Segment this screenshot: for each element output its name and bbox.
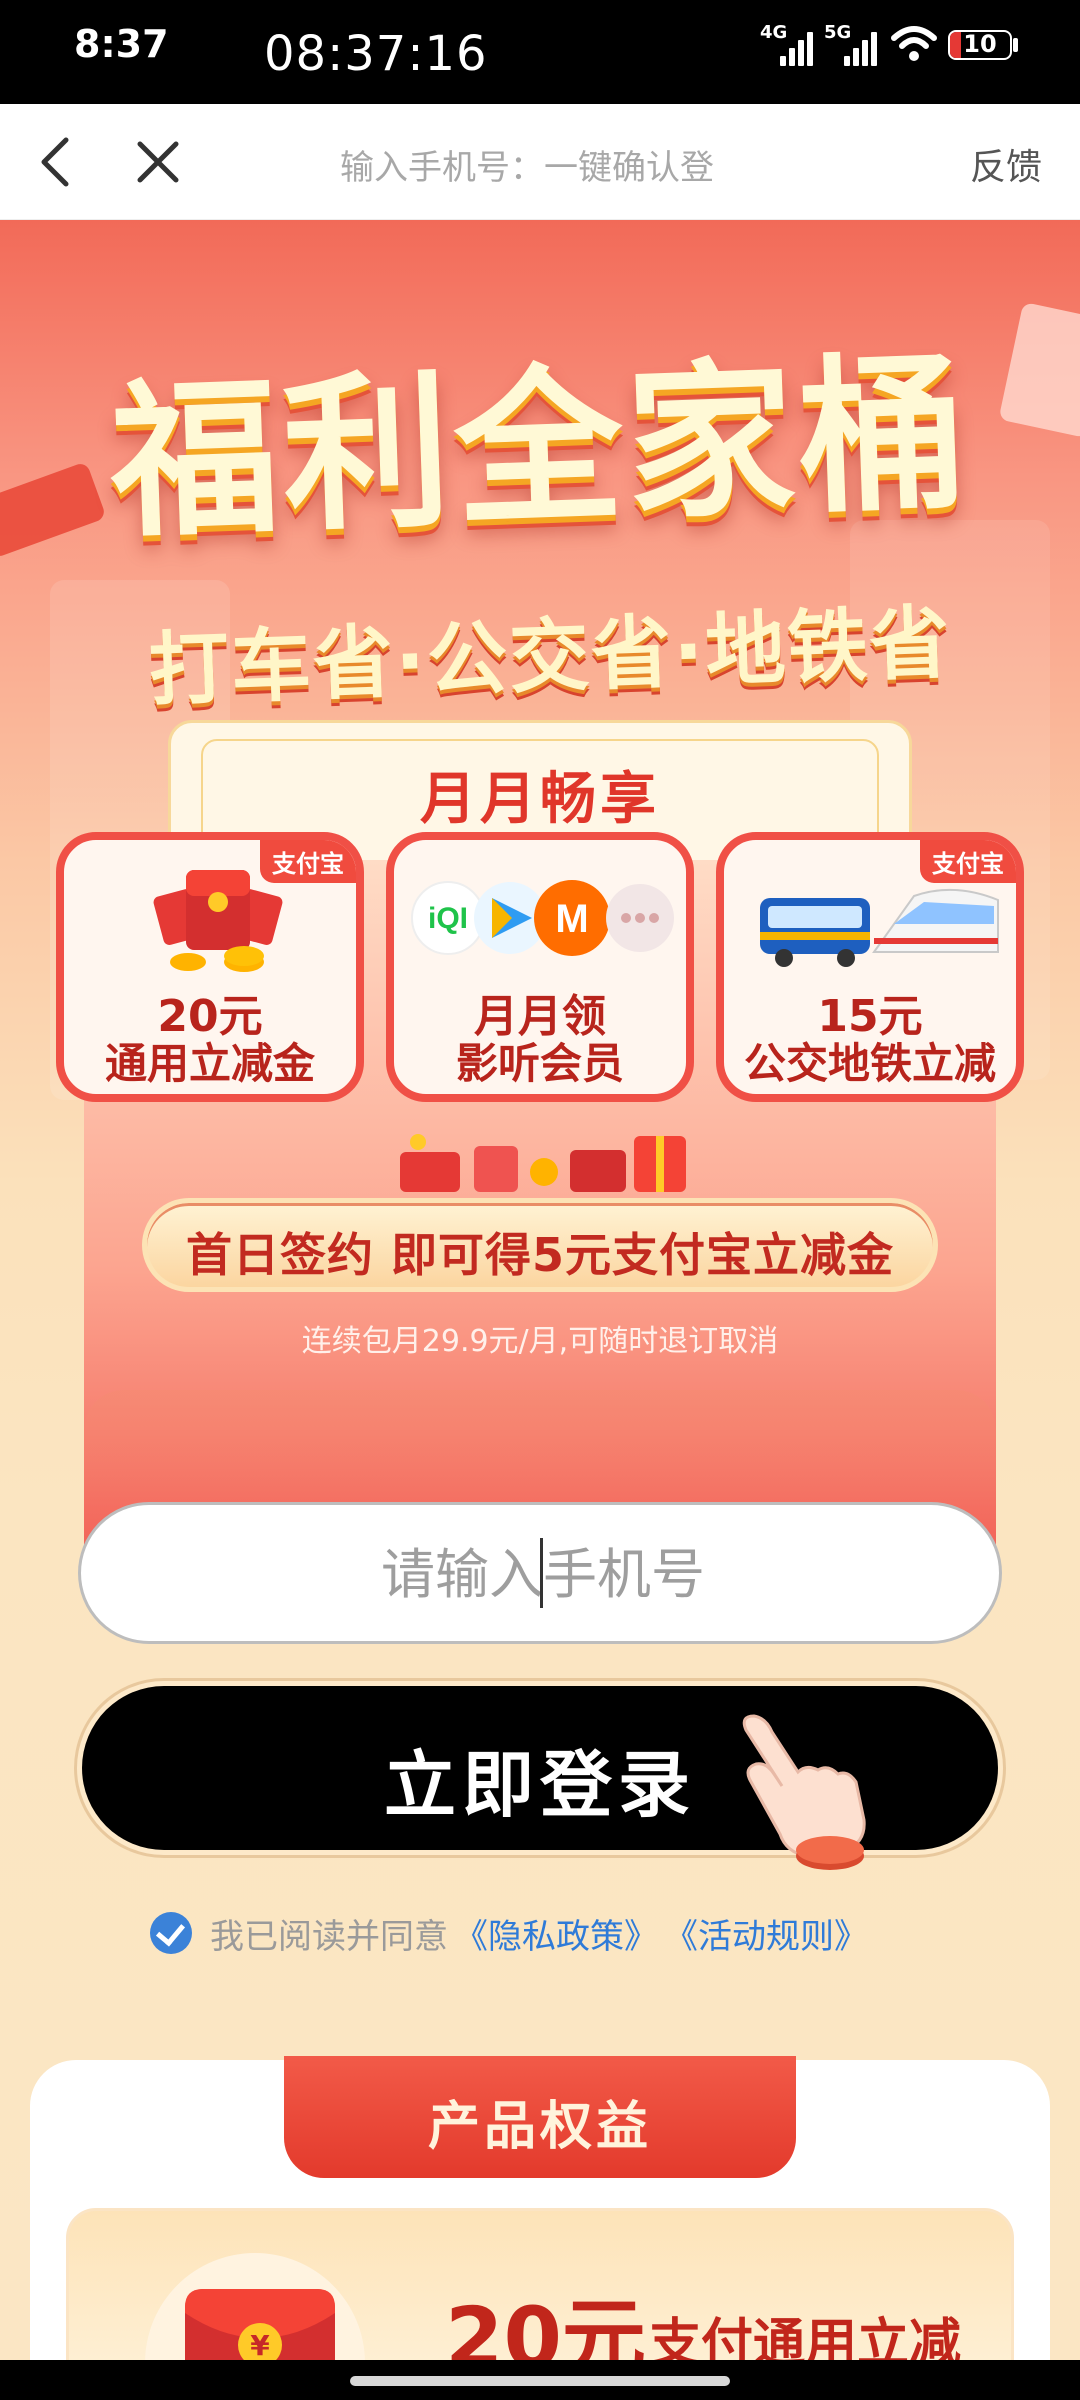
hero-subtitle: 打车省·公交省·地铁省 <box>147 596 953 717</box>
gift-boxes-icon <box>400 1134 686 1192</box>
signal-4g-icon: 4G <box>760 22 820 66</box>
signal-5g-icon: 5G <box>824 22 884 66</box>
hero-title: 福利全家桶 <box>107 335 974 561</box>
privacy-policy-link[interactable]: 《隐私政策》 <box>454 1909 658 1958</box>
bus-train-icon <box>760 888 999 967</box>
agreement-text: 我已阅读并同意 <box>210 1916 448 1957</box>
benefits-tab-label: 产品权益 <box>427 2097 652 2157</box>
battery-level: 10 <box>963 30 997 58</box>
card-heading: 月月畅享 <box>420 767 660 832</box>
agreement-row: 我已阅读并同意 《隐私政策》 《活动规则》 <box>150 1908 868 1958</box>
page-title: 输入手机号：一键确认登 <box>340 148 714 188</box>
pointing-hand-icon <box>742 1714 866 1870</box>
battery-icon: 10 <box>948 30 1012 60</box>
tile-cash-voucher[interactable]: 支付宝 20元 通用立减金 <box>56 832 364 1102</box>
text-caret <box>540 1538 543 1608</box>
home-indicator[interactable] <box>350 2376 730 2386</box>
agreement-checkbox[interactable] <box>150 1912 192 1954</box>
promo-text: 首日签约 即可得5元支付宝立减金 <box>185 1228 895 1282</box>
clock-overlay: 08:37:16 <box>264 26 488 82</box>
red-packet-icon <box>153 870 283 972</box>
tile-label: 通用立减金 <box>104 1039 315 1088</box>
tile-transit-discount[interactable]: 支付宝 15元 公交地铁立减 <box>716 832 1024 1102</box>
media-apps-icon: iQI M <box>411 880 674 956</box>
back-arrow-icon[interactable] <box>30 132 90 192</box>
feedback-link[interactable]: 反馈 <box>970 138 1042 190</box>
activity-rules-link[interactable]: 《活动规则》 <box>664 1909 868 1958</box>
svg-text:iQI: iQI <box>428 902 468 935</box>
wifi-icon <box>891 26 937 61</box>
svg-text:¥: ¥ <box>250 2329 270 2362</box>
ribbon-decoration <box>998 301 1080 439</box>
price-note: 连续包月29.9元/月,可随时退订取消 <box>301 1324 779 1359</box>
card-reflection <box>84 1390 996 1510</box>
benefit-tiles: 支付宝 20元 通用立减金 iQI M 月月领 影听会员 支付宝 15元 公交地… <box>56 832 1024 1102</box>
tile-membership[interactable]: iQI M 月月领 影听会员 <box>386 832 694 1102</box>
phone-input[interactable] <box>121 1529 965 1619</box>
tile-label: 影听会员 <box>455 1039 624 1088</box>
signup-promo-banner: 首日签约 即可得5元支付宝立减金 <box>142 1198 938 1292</box>
close-icon[interactable] <box>128 132 188 192</box>
status-bar: 8:37 08:37:16 4G 5G 10 <box>0 0 1080 104</box>
product-benefits-panel: 产品权益 ¥ 20元 支付通用立减 <box>30 2056 1050 2400</box>
status-time: 8:37 <box>74 22 169 66</box>
svg-text:M: M <box>555 897 588 941</box>
nav-bar: 输入手机号：一键确认登 反馈 <box>0 104 1080 220</box>
tile-label: 公交地铁立减 <box>743 1039 996 1088</box>
benefits-tab: 产品权益 <box>284 2056 796 2178</box>
